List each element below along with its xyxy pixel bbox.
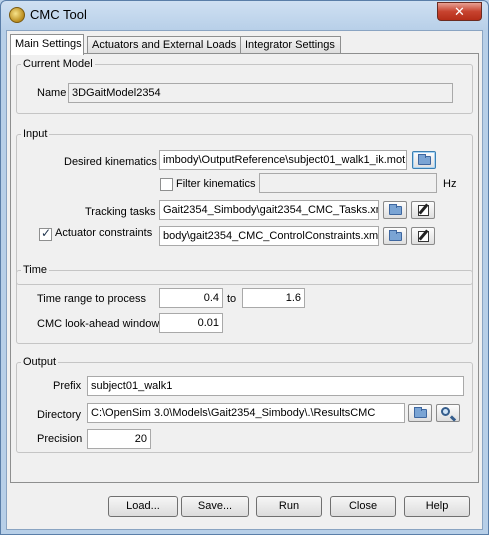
title-bar[interactable]: CMC Tool ✕: [1, 1, 488, 29]
actuator-constraints-browse-button[interactable]: [383, 227, 407, 245]
time-range-label: Time range to process: [37, 293, 147, 305]
tab-main-settings[interactable]: Main Settings: [10, 34, 84, 55]
input-legend: Input: [23, 128, 48, 140]
current-model-legend: Current Model: [23, 58, 93, 70]
window-close-button[interactable]: ✕: [437, 2, 482, 21]
help-button[interactable]: Help: [404, 496, 470, 517]
dialog-body: Main Settings Actuators and External Loa…: [6, 30, 483, 530]
directory-label: Directory: [37, 409, 82, 421]
filter-kinematics-checkbox[interactable]: [160, 178, 173, 191]
desired-kinematics-field[interactable]: imbody\OutputReference\subject01_walk1_i…: [159, 150, 407, 170]
precision-field[interactable]: 20: [87, 429, 151, 449]
folder-open-icon: [418, 154, 431, 165]
directory-search-button[interactable]: [436, 404, 460, 422]
folder-open-icon: [389, 230, 402, 241]
folder-search-icon: [441, 407, 450, 416]
actuator-constraints-checkbox[interactable]: [39, 226, 52, 241]
cmc-tool-window: CMC Tool ✕ Main Settings Actuators and E…: [0, 0, 489, 535]
model-name-label: Name: [37, 87, 67, 99]
time-range-to-label: to: [227, 293, 237, 305]
filter-kinematics-label: Filter kinematics: [176, 178, 256, 190]
model-name-field: 3DGaitModel2354: [68, 83, 453, 103]
actuator-constraints-field[interactable]: body\gait2354_CMC_ControlConstraints.xml: [159, 226, 379, 246]
output-legend: Output: [23, 356, 57, 368]
save-button[interactable]: Save...: [181, 496, 249, 517]
hz-label: Hz: [443, 178, 457, 190]
edit-icon: [418, 231, 429, 242]
lookahead-label: CMC look-ahead window: [37, 318, 160, 330]
time-range-start-field[interactable]: 0.4: [159, 288, 223, 308]
directory-field[interactable]: C:\OpenSim 3.0\Models\Gait2354_Simbody\.…: [87, 403, 405, 423]
lookahead-field[interactable]: 0.01: [159, 313, 223, 333]
desired-kinematics-label: Desired kinematics: [64, 156, 157, 168]
prefix-label: Prefix: [53, 380, 82, 392]
app-icon: [9, 7, 25, 23]
directory-browse-button[interactable]: [408, 404, 432, 422]
filter-frequency-field[interactable]: [259, 173, 437, 193]
window-title: CMC Tool: [30, 7, 87, 22]
run-button[interactable]: Run: [256, 496, 322, 517]
precision-label: Precision: [37, 433, 83, 445]
main-settings-panel: Current Model Name 3DGaitModel2354 Input…: [10, 53, 479, 483]
desired-kinematics-browse-button[interactable]: [412, 151, 436, 169]
time-legend: Time: [23, 264, 48, 276]
tracking-tasks-label: Tracking tasks: [85, 206, 156, 218]
time-range-end-field[interactable]: 1.6: [242, 288, 305, 308]
edit-icon: [418, 205, 429, 216]
tab-actuators-external-loads[interactable]: Actuators and External Loads: [87, 36, 241, 54]
load-button[interactable]: Load...: [108, 496, 178, 517]
folder-open-icon: [389, 204, 402, 215]
tab-integrator-settings[interactable]: Integrator Settings: [240, 36, 341, 54]
actuator-constraints-edit-button[interactable]: [411, 227, 435, 245]
folder-open-icon: [414, 407, 427, 418]
tracking-tasks-browse-button[interactable]: [383, 201, 407, 219]
actuator-constraints-label: Actuator constraints: [55, 227, 153, 239]
prefix-field[interactable]: subject01_walk1: [87, 376, 464, 396]
tracking-tasks-field[interactable]: Gait2354_Simbody\gait2354_CMC_Tasks.xml: [159, 200, 379, 220]
tracking-tasks-edit-button[interactable]: [411, 201, 435, 219]
close-button[interactable]: Close: [330, 496, 396, 517]
